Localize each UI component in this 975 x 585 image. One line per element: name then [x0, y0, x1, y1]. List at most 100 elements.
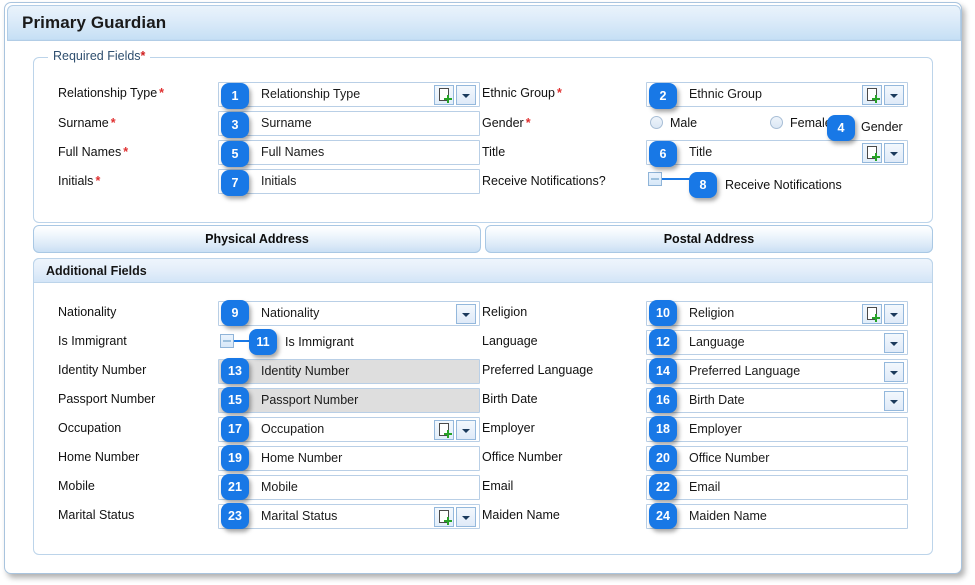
label-ethnic-group: Ethnic Group * — [482, 85, 562, 101]
input-surname[interactable]: Surname — [218, 111, 480, 136]
input-employer[interactable]: Employer — [646, 417, 908, 442]
radio-gender-male[interactable] — [650, 116, 663, 129]
label-ethnic-group-text: Ethnic Group — [482, 86, 555, 100]
label-full-names-text: Full Names — [58, 145, 122, 159]
badge-7[interactable]: 7 — [221, 170, 249, 196]
input-full-names[interactable]: Full Names — [218, 140, 480, 165]
input-ethnic-group[interactable]: Ethnic Group — [646, 82, 908, 107]
additional-fields-header: Additional Fields — [33, 258, 933, 283]
input-preferred-language[interactable]: Preferred Language — [646, 359, 908, 384]
badge-11[interactable]: 11 — [249, 329, 277, 355]
badge-2[interactable]: 2 — [649, 83, 677, 109]
input-passport-number[interactable]: Passport Number — [218, 388, 480, 413]
badge-16[interactable]: 16 — [649, 387, 677, 413]
input-maiden-name[interactable]: Maiden Name — [646, 504, 908, 529]
input-birth-date[interactable]: Birth Date — [646, 388, 908, 413]
input-maiden-name-value: Maiden Name — [689, 509, 767, 523]
chevron-down-icon-title[interactable] — [884, 143, 904, 163]
chevron-down-icon-language[interactable] — [884, 333, 904, 353]
input-surname-value: Surname — [261, 116, 312, 130]
label-religion: Religion — [482, 305, 528, 319]
badge-21[interactable]: 21 — [221, 474, 249, 500]
label-relationship-type-text: Relationship Type — [58, 86, 158, 100]
label-email: Email — [482, 479, 514, 493]
badge-3[interactable]: 3 — [221, 112, 249, 138]
input-home-number[interactable]: Home Number — [218, 446, 480, 471]
input-occupation[interactable]: Occupation — [218, 417, 480, 442]
add-title-icon[interactable] — [862, 143, 882, 163]
input-ethnic-group-value: Ethnic Group — [689, 87, 762, 101]
chevron-down-icon-nationality[interactable] — [456, 304, 476, 324]
input-preferred-language-value: Preferred Language — [689, 364, 801, 378]
checkbox-is-immigrant[interactable] — [220, 334, 234, 348]
caption-gender: Gender — [861, 120, 903, 134]
label-surname: Surname * — [58, 115, 116, 131]
tab-postal-address[interactable]: Postal Address — [485, 225, 933, 253]
chevron-down-icon-marital-status[interactable] — [456, 507, 476, 527]
input-marital-status[interactable]: Marital Status — [218, 504, 480, 529]
input-email[interactable]: Email — [646, 475, 908, 500]
input-office-number[interactable]: Office Number — [646, 446, 908, 471]
chevron-down-icon-preferred-language[interactable] — [884, 362, 904, 382]
badge-10[interactable]: 10 — [649, 300, 677, 326]
label-is-immigrant: Is Immigrant — [58, 334, 127, 348]
label-marital-status: Marital Status — [58, 508, 135, 522]
label-home-number: Home Number — [58, 450, 140, 464]
label-receive-notifications-text: Receive Notifications? — [482, 174, 606, 188]
page-title: Primary Guardian — [22, 13, 167, 32]
label-initials: Initials * — [58, 173, 100, 189]
chevron-down-icon-occupation[interactable] — [456, 420, 476, 440]
input-identity-number[interactable]: Identity Number — [218, 359, 480, 384]
chevron-down-icon-birth-date[interactable] — [884, 391, 904, 411]
badge-13[interactable]: 13 — [221, 358, 249, 384]
badge-8[interactable]: 8 — [689, 172, 717, 198]
label-gender-text: Gender — [482, 116, 524, 130]
checkbox-receive-notifications[interactable] — [648, 172, 662, 186]
input-nationality[interactable]: Nationality — [218, 301, 480, 326]
tab-physical-address[interactable]: Physical Address — [33, 225, 481, 253]
chevron-down-icon-religion[interactable] — [884, 304, 904, 324]
badge-15[interactable]: 15 — [221, 387, 249, 413]
badge-5[interactable]: 5 — [221, 141, 249, 167]
label-mobile: Mobile — [58, 479, 95, 493]
label-surname-text: Surname — [58, 116, 109, 130]
badge-4[interactable]: 4 — [827, 115, 855, 141]
add-marital-status-icon[interactable] — [434, 507, 454, 527]
badge-22[interactable]: 22 — [649, 474, 677, 500]
add-religion-icon[interactable] — [862, 304, 882, 324]
badge-19[interactable]: 19 — [221, 445, 249, 471]
required-fields-legend-text: Required Fields — [53, 49, 141, 63]
chevron-down-icon-relationship-type[interactable] — [456, 85, 476, 105]
input-language[interactable]: Language — [646, 330, 908, 355]
add-relationship-type-icon[interactable] — [434, 85, 454, 105]
badge-6[interactable]: 6 — [649, 141, 677, 167]
input-birth-date-value: Birth Date — [689, 393, 745, 407]
input-passport-number-value: Passport Number — [261, 393, 359, 407]
badge-24[interactable]: 24 — [649, 503, 677, 529]
radio-gender-female[interactable] — [770, 116, 783, 129]
input-relationship-type[interactable]: Relationship Type — [218, 82, 480, 107]
input-identity-number-value: Identity Number — [261, 364, 350, 378]
badge-14[interactable]: 14 — [649, 358, 677, 384]
add-ethnic-group-icon[interactable] — [862, 85, 882, 105]
badge-20[interactable]: 20 — [649, 445, 677, 471]
badge-9[interactable]: 9 — [221, 300, 249, 326]
chevron-down-icon-ethnic-group[interactable] — [884, 85, 904, 105]
label-language: Language — [482, 334, 538, 348]
badge-12[interactable]: 12 — [649, 329, 677, 355]
input-religion[interactable]: Religion — [646, 301, 908, 326]
input-initials[interactable]: Initials — [218, 169, 480, 194]
badge-23[interactable]: 23 — [221, 503, 249, 529]
badge-17[interactable]: 17 — [221, 416, 249, 442]
badge-18[interactable]: 18 — [649, 416, 677, 442]
required-fields-legend: Required Fields* — [48, 49, 151, 63]
input-title[interactable]: Title — [646, 140, 908, 165]
input-mobile-value: Mobile — [261, 480, 298, 494]
input-language-value: Language — [689, 335, 745, 349]
add-occupation-icon[interactable] — [434, 420, 454, 440]
input-home-number-value: Home Number — [261, 451, 343, 465]
input-mobile[interactable]: Mobile — [218, 475, 480, 500]
badge-1[interactable]: 1 — [221, 83, 249, 109]
input-title-value: Title — [689, 145, 713, 159]
label-passport-number: Passport Number — [58, 392, 156, 406]
